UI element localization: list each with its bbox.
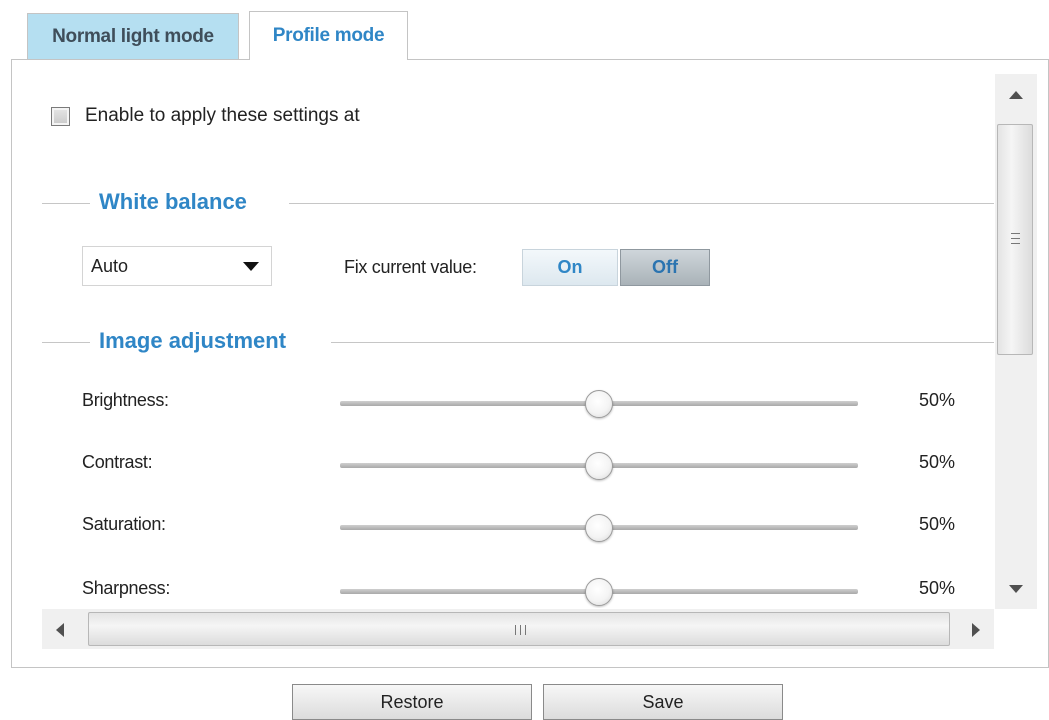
brightness-slider-thumb[interactable] [585, 390, 613, 418]
restore-button-label: Restore [380, 691, 444, 712]
slider-row-sharpness: Sharpness: 50% [82, 570, 982, 608]
scroll-right-arrow-icon[interactable] [954, 609, 994, 649]
grip-icon [515, 625, 526, 635]
saturation-label: Saturation: [82, 514, 166, 534]
enable-row: Enable to apply these settings at [51, 105, 360, 127]
white-balance-select-value: Auto [91, 255, 129, 276]
slider-row-saturation: Saturation: 50% [82, 506, 982, 546]
divider [42, 203, 90, 204]
tab-normal-light-mode[interactable]: Normal light mode [27, 13, 239, 59]
fix-current-value-label: Fix current value: [344, 257, 477, 277]
divider [289, 203, 994, 204]
settings-panel: Enable to apply these settings at White … [11, 59, 1049, 668]
restore-button[interactable]: Restore [292, 684, 532, 720]
chevron-down-icon [243, 262, 259, 271]
tab-profile-mode[interactable]: Profile mode [249, 11, 408, 60]
sharpness-value: 50% [919, 578, 956, 598]
fix-off-label: Off [652, 257, 678, 277]
image-adjustment-title: Image adjustment [99, 328, 287, 353]
contrast-value: 50% [919, 452, 956, 472]
save-button[interactable]: Save [543, 684, 783, 720]
slider-row-brightness: Brightness: 50% [82, 382, 982, 422]
divider [42, 342, 90, 343]
horizontal-scrollbar-thumb[interactable] [88, 612, 950, 646]
white-balance-select[interactable]: Auto [82, 246, 272, 286]
save-button-label: Save [642, 691, 684, 712]
white-balance-title: White balance [99, 189, 247, 214]
scroll-content: Enable to apply these settings at White … [12, 60, 994, 608]
sharpness-slider-thumb[interactable] [585, 578, 613, 606]
brightness-value: 50% [919, 390, 956, 410]
scroll-up-arrow-icon[interactable] [995, 74, 1037, 114]
white-balance-section-header: White balance [42, 188, 994, 218]
tab-normal-light-mode-label: Normal light mode [52, 25, 214, 47]
saturation-slider-thumb[interactable] [585, 514, 613, 542]
fix-off-button[interactable]: Off [620, 249, 710, 286]
brightness-label: Brightness: [82, 390, 169, 410]
contrast-label: Contrast: [82, 452, 153, 472]
fix-on-label: On [557, 257, 583, 277]
slider-row-contrast: Contrast: 50% [82, 444, 982, 484]
fix-on-button[interactable]: On [522, 249, 618, 286]
sharpness-label: Sharpness: [82, 578, 171, 598]
divider [331, 342, 994, 343]
enable-checkbox[interactable] [51, 106, 70, 126]
enable-label: Enable to apply these settings at [85, 105, 360, 126]
vertical-scrollbar-thumb[interactable] [997, 124, 1033, 355]
image-adjustment-section-header: Image adjustment [42, 327, 994, 357]
vertical-scrollbar[interactable] [995, 74, 1037, 609]
grip-icon [1011, 233, 1020, 244]
tab-profile-mode-label: Profile mode [272, 25, 385, 46]
saturation-value: 50% [919, 514, 956, 534]
scroll-down-arrow-icon[interactable] [995, 569, 1037, 609]
scroll-left-arrow-icon[interactable] [42, 609, 82, 649]
horizontal-scrollbar[interactable] [42, 609, 994, 649]
contrast-slider-thumb[interactable] [585, 452, 613, 480]
